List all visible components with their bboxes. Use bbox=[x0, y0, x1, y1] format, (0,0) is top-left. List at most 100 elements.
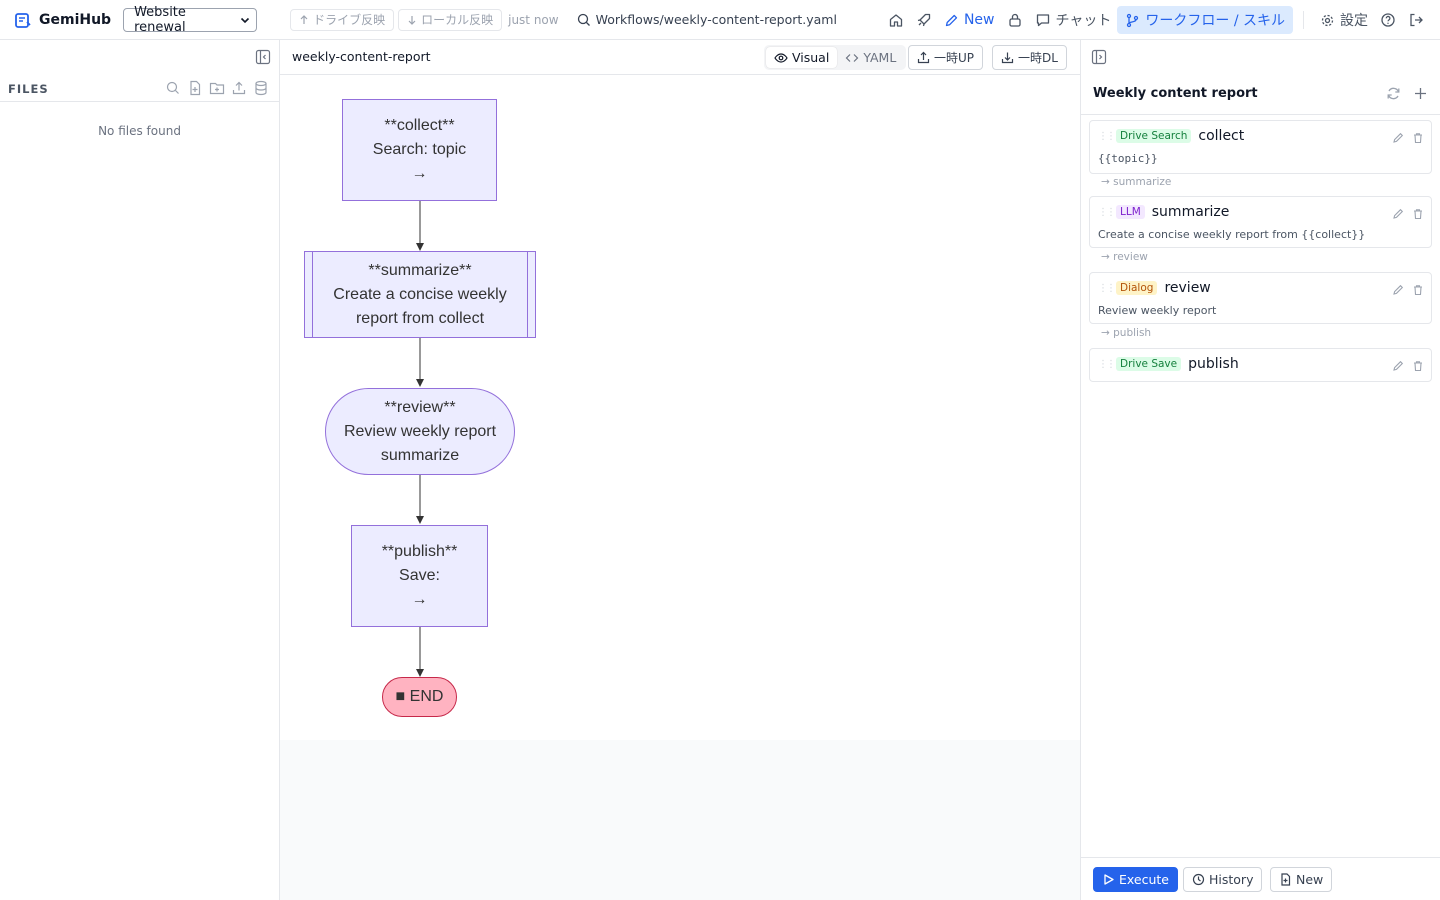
flow-node-line: Review weekly report bbox=[343, 422, 497, 440]
execute-label: Execute bbox=[1119, 872, 1169, 887]
upload-icon[interactable] bbox=[231, 80, 247, 96]
flow-node-line: Search: topic bbox=[372, 141, 467, 158]
flow-node-review[interactable]: **review** Review weekly report summariz… bbox=[325, 388, 515, 475]
panel-header: Weekly content report bbox=[1081, 76, 1440, 115]
help-icon[interactable] bbox=[1374, 6, 1402, 34]
drag-handle-icon[interactable]: ⋮⋮ bbox=[1098, 359, 1116, 370]
local-sync-button[interactable]: ローカル反映 bbox=[398, 8, 503, 31]
flow-node-line: → bbox=[411, 591, 428, 608]
edit-pencil-icon[interactable] bbox=[1392, 360, 1404, 372]
settings-label: 設定 bbox=[1340, 13, 1368, 29]
trash-icon[interactable] bbox=[1412, 132, 1424, 144]
history-button[interactable]: History bbox=[1183, 867, 1263, 892]
edit-pencil-icon[interactable] bbox=[1392, 284, 1404, 296]
lock-icon[interactable] bbox=[1001, 6, 1029, 34]
arrow-up-icon bbox=[299, 14, 313, 25]
node-card-actions bbox=[1384, 132, 1424, 144]
branch-icon bbox=[1125, 13, 1145, 28]
execute-button[interactable]: Execute bbox=[1093, 867, 1178, 892]
chat-button[interactable]: チャット bbox=[1029, 6, 1118, 34]
new-file-icon[interactable] bbox=[187, 80, 203, 96]
panel-title: Weekly content report bbox=[1093, 86, 1258, 101]
drive-sync-label: ドライブ反映 bbox=[313, 13, 386, 27]
project-select[interactable]: Website renewal bbox=[123, 5, 258, 35]
workflow-panel: Weekly content report ⋮⋮ Drive Search co… bbox=[1080, 40, 1440, 900]
settings-button[interactable]: 設定 bbox=[1314, 6, 1374, 34]
temp-upload-label: 一時UP bbox=[934, 51, 975, 65]
node-card-collect[interactable]: ⋮⋮ Drive Search collect {{topic}} bbox=[1089, 120, 1432, 174]
files-title: FILES bbox=[8, 81, 49, 96]
current-file-path-text: Workflows/weekly-content-report.yaml bbox=[595, 12, 837, 27]
flow-node-line: **review** bbox=[384, 398, 456, 416]
sync-status: just now bbox=[508, 12, 559, 27]
flow-node-publish[interactable]: **publish** Save: → bbox=[351, 525, 488, 627]
database-icon[interactable] bbox=[253, 80, 269, 96]
header-actions: New チャット ワークフロー / スキル 設定 bbox=[882, 0, 1440, 40]
flow-node-line: Save: bbox=[399, 567, 440, 584]
files-tools bbox=[159, 80, 269, 96]
flow-node-line: Create a concise weekly bbox=[333, 285, 507, 303]
yaml-view-button[interactable]: YAML bbox=[837, 47, 904, 68]
collapse-panel-icon[interactable] bbox=[1091, 49, 1107, 65]
flow-node-line: summarize bbox=[380, 446, 460, 464]
edit-pencil-icon[interactable] bbox=[1392, 132, 1404, 144]
flow-node-line: **publish** bbox=[381, 543, 458, 560]
flowchart-canvas: **collect** Search: topic → **summarize*… bbox=[280, 75, 1080, 740]
plus-icon[interactable] bbox=[1413, 86, 1428, 101]
node-card-publish[interactable]: ⋮⋮ Drive Save publish bbox=[1089, 348, 1432, 382]
gemihub-logo-icon bbox=[14, 11, 32, 29]
drive-sync-button[interactable]: ドライブ反映 bbox=[290, 8, 395, 31]
workflow-name: weekly-content-report bbox=[292, 49, 431, 64]
flow-node-summarize[interactable]: **summarize** Create a concise weekly re… bbox=[304, 251, 536, 338]
workflow-editor: weekly-content-report Visual YAML 一時UP 一… bbox=[280, 40, 1080, 900]
app-name: GemiHub bbox=[39, 11, 112, 28]
flow-node-line: **collect** bbox=[384, 117, 455, 134]
trash-icon[interactable] bbox=[1412, 360, 1424, 372]
view-mode-toggle: Visual YAML bbox=[764, 45, 907, 70]
node-name: summarize bbox=[1151, 204, 1230, 220]
new-folder-icon[interactable] bbox=[209, 80, 225, 96]
new-workflow-button[interactable]: New bbox=[1270, 867, 1333, 892]
node-description: {{topic}} bbox=[1098, 152, 1158, 165]
gear-icon bbox=[1320, 13, 1340, 28]
eye-icon bbox=[774, 51, 792, 65]
logout-icon[interactable] bbox=[1402, 6, 1430, 34]
flow-node-line: **summarize** bbox=[368, 261, 472, 279]
drag-handle-icon[interactable]: ⋮⋮ bbox=[1098, 131, 1116, 142]
trash-icon[interactable] bbox=[1412, 284, 1424, 296]
drag-handle-icon[interactable]: ⋮⋮ bbox=[1098, 207, 1116, 218]
collapse-sidebar-icon[interactable] bbox=[255, 49, 271, 65]
flow-node-end[interactable]: ■ END bbox=[382, 677, 457, 717]
rocket-icon[interactable] bbox=[910, 6, 938, 34]
header-divider bbox=[1303, 11, 1304, 29]
home-icon[interactable] bbox=[882, 6, 910, 34]
new-file-button[interactable]: New bbox=[938, 6, 1001, 34]
node-card-review[interactable]: ⋮⋮ Dialog review Review weekly report bbox=[1089, 272, 1432, 324]
download-icon bbox=[1001, 51, 1018, 64]
node-card-summarize[interactable]: ⋮⋮ LLM summarize Create a concise weekly… bbox=[1089, 196, 1432, 248]
visual-view-button[interactable]: Visual bbox=[766, 47, 838, 68]
app-logo[interactable]: GemiHub bbox=[14, 11, 111, 29]
empty-files-message: No files found bbox=[98, 124, 181, 138]
trash-icon[interactable] bbox=[1412, 208, 1424, 220]
drag-handle-icon[interactable]: ⋮⋮ bbox=[1098, 283, 1116, 294]
current-file-path[interactable]: Workflows/weekly-content-report.yaml bbox=[577, 12, 837, 27]
workflow-skills-button[interactable]: ワークフロー / スキル bbox=[1117, 6, 1293, 34]
panel-tools bbox=[1374, 86, 1428, 101]
pencil-icon bbox=[944, 13, 964, 28]
flow-node-line: ■ END bbox=[395, 688, 444, 705]
temp-upload-button[interactable]: 一時UP bbox=[908, 45, 984, 70]
search-files-icon[interactable] bbox=[165, 80, 181, 96]
node-card-header: ⋮⋮ Dialog review bbox=[1098, 280, 1211, 296]
history-label: History bbox=[1209, 872, 1254, 887]
node-name: collect bbox=[1198, 128, 1245, 144]
refresh-icon[interactable] bbox=[1386, 86, 1401, 101]
node-next-link: → summarize bbox=[1101, 176, 1172, 188]
node-type-badge: Drive Search bbox=[1116, 129, 1192, 143]
flow-node-collect[interactable]: **collect** Search: topic → bbox=[342, 99, 497, 201]
edit-pencil-icon[interactable] bbox=[1392, 208, 1404, 220]
temp-download-button[interactable]: 一時DL bbox=[992, 45, 1067, 70]
play-icon bbox=[1102, 873, 1119, 886]
chat-label: チャット bbox=[1055, 13, 1112, 29]
local-sync-label: ローカル反映 bbox=[421, 13, 494, 27]
